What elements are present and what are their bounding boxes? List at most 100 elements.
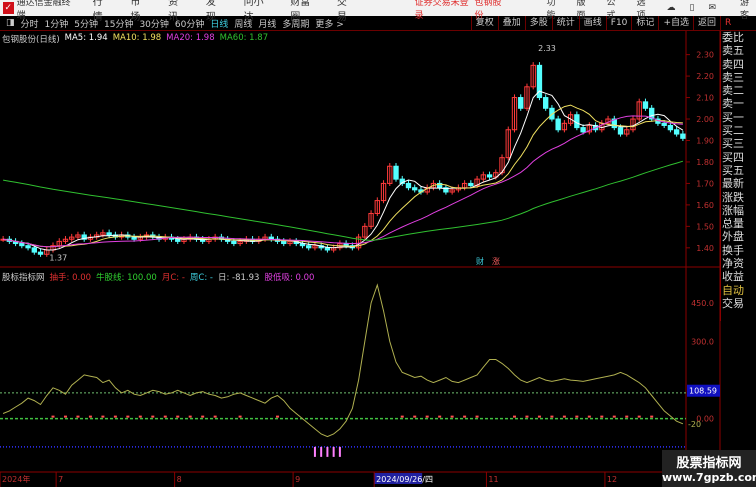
candle-body xyxy=(31,247,37,253)
candle-body xyxy=(405,182,412,189)
indicator-tick-label: 450.0 xyxy=(691,299,714,308)
price-tick-label: 1.70 xyxy=(696,179,714,188)
red-signal-mark xyxy=(600,415,604,418)
candle-body xyxy=(412,187,418,191)
red-signal-mark xyxy=(612,415,616,418)
indicator-value-c: 月C: - xyxy=(161,273,185,283)
ma60-line xyxy=(3,160,684,242)
red-signal-mark xyxy=(126,415,130,418)
side-panel-item: 卖四 xyxy=(722,57,744,71)
red-signal-mark xyxy=(113,415,117,418)
side-panel-item: 最新 xyxy=(722,177,744,191)
side-panel-item: 净资 xyxy=(722,257,744,271)
candle-body xyxy=(175,238,181,242)
red-signal-mark xyxy=(575,415,579,418)
red-signal-mark xyxy=(188,415,192,418)
candle-body xyxy=(25,245,31,249)
red-signal-mark xyxy=(637,415,641,418)
watermark-line1: 股票指标网 xyxy=(676,456,742,471)
candle-body xyxy=(680,133,686,139)
price-tick-label: 2.00 xyxy=(696,115,714,124)
candle-body xyxy=(19,243,25,247)
end-value-label: -20 xyxy=(688,420,701,429)
side-panel-item: 买四 xyxy=(722,150,744,164)
date-axis-label: 12 xyxy=(607,475,617,484)
side-panel-item: 卖一 xyxy=(722,97,744,111)
side-panel-item: 外盘 xyxy=(722,230,744,244)
ma5-line xyxy=(3,90,684,251)
date-axis-label: 11 xyxy=(488,475,498,484)
high-price-marker: 2.33 xyxy=(538,44,556,53)
current-value-label: 108.59 xyxy=(689,387,717,396)
indicator-legend: 股标指标网 抽手: 0.00 牛股线: 100.00 月C: - 周C: - 日… xyxy=(2,271,314,283)
date-axis-label: 7 xyxy=(58,475,63,484)
red-signal-mark xyxy=(213,415,217,418)
indicator-value-e: 日: -81.93 xyxy=(217,273,260,283)
price-tick-label: 2.10 xyxy=(696,94,714,103)
candle-body xyxy=(661,122,667,126)
watermark-line2: www.7gpzb.com xyxy=(662,471,756,484)
indicator-title[interactable]: 股标指标网 xyxy=(2,271,45,283)
red-signal-mark xyxy=(400,415,404,418)
red-signal-mark xyxy=(88,415,92,418)
red-signal-mark xyxy=(562,415,566,418)
red-signal-mark xyxy=(438,415,442,418)
indicator-tick-label: 300.0 xyxy=(691,338,714,347)
candle-body xyxy=(324,247,331,251)
indicator-value-d: 周C: - xyxy=(189,273,213,283)
side-panel-item: 收益 xyxy=(722,270,744,284)
red-signal-mark xyxy=(238,415,242,418)
candle-body xyxy=(37,251,44,255)
main-chart-title: 包钢股份(日线) xyxy=(2,35,60,45)
side-panel-item[interactable]: 自动 xyxy=(722,284,756,297)
side-panel-item: 涨幅 xyxy=(722,203,744,217)
red-signal-mark xyxy=(650,415,654,418)
red-signal-mark xyxy=(450,415,454,418)
red-signal-mark xyxy=(475,415,479,418)
red-signal-mark xyxy=(176,415,180,418)
rise-marker: 涨 xyxy=(492,256,500,266)
side-panel-item: 卖三 xyxy=(722,70,744,84)
red-signal-mark xyxy=(138,415,142,418)
indicator-line xyxy=(2,283,684,438)
side-panel-item: 卖五 xyxy=(722,44,744,58)
date-axis-label: 8 xyxy=(177,475,182,484)
side-panel-item[interactable]: 交易 xyxy=(722,297,756,310)
red-signal-mark xyxy=(525,415,529,418)
red-signal-mark xyxy=(201,415,205,418)
candle-body xyxy=(281,240,287,245)
candle-body xyxy=(468,182,474,187)
red-signal-mark xyxy=(513,415,516,418)
side-panel-item: 总量 xyxy=(722,217,744,231)
candle-body xyxy=(486,174,493,178)
side-panel-item: 买五 xyxy=(722,163,744,177)
side-panel-item: 买一 xyxy=(722,110,744,124)
red-signal-mark xyxy=(151,415,155,418)
price-tick-label: 1.90 xyxy=(696,136,714,145)
ma20-value: MA20: 1.98 xyxy=(166,33,215,43)
candle-body xyxy=(617,127,624,135)
red-signal-mark xyxy=(537,415,541,418)
candle-body xyxy=(580,127,586,133)
price-tick-label: 1.80 xyxy=(696,158,714,167)
price-tick-label: 1.40 xyxy=(696,244,714,253)
candle-body xyxy=(667,124,674,131)
red-signal-mark xyxy=(76,415,80,418)
side-panel-item: 卖二 xyxy=(722,84,744,98)
ma5-value: MA5: 1.94 xyxy=(64,33,108,43)
red-signal-mark xyxy=(51,415,55,418)
red-signal-mark xyxy=(413,415,417,418)
red-signal-mark xyxy=(587,415,591,418)
date-axis-label: 9 xyxy=(295,475,300,484)
date-axis-label: 2024年 xyxy=(2,474,30,484)
red-signal-mark xyxy=(63,415,67,418)
red-signal-mark xyxy=(463,415,467,418)
candle-body xyxy=(673,129,680,135)
side-panel-item: 委比 xyxy=(722,31,744,44)
candle-body xyxy=(106,232,112,236)
chart-canvas[interactable]: 2.30 2.20 2.10 2.00 1.90 1.80 1.70 1.60 1.50 1.40… xyxy=(0,0,756,487)
candle-body xyxy=(231,240,237,245)
red-signal-mark xyxy=(276,415,280,418)
ma20-line xyxy=(3,115,683,248)
quote-side-panel: 委比 卖五 卖四 卖三 卖二 卖一 买一 买二 买三 买四 买五 最新 涨跌 涨幅 总量 外盘 换手 净资 收益 自动… xyxy=(720,31,756,321)
